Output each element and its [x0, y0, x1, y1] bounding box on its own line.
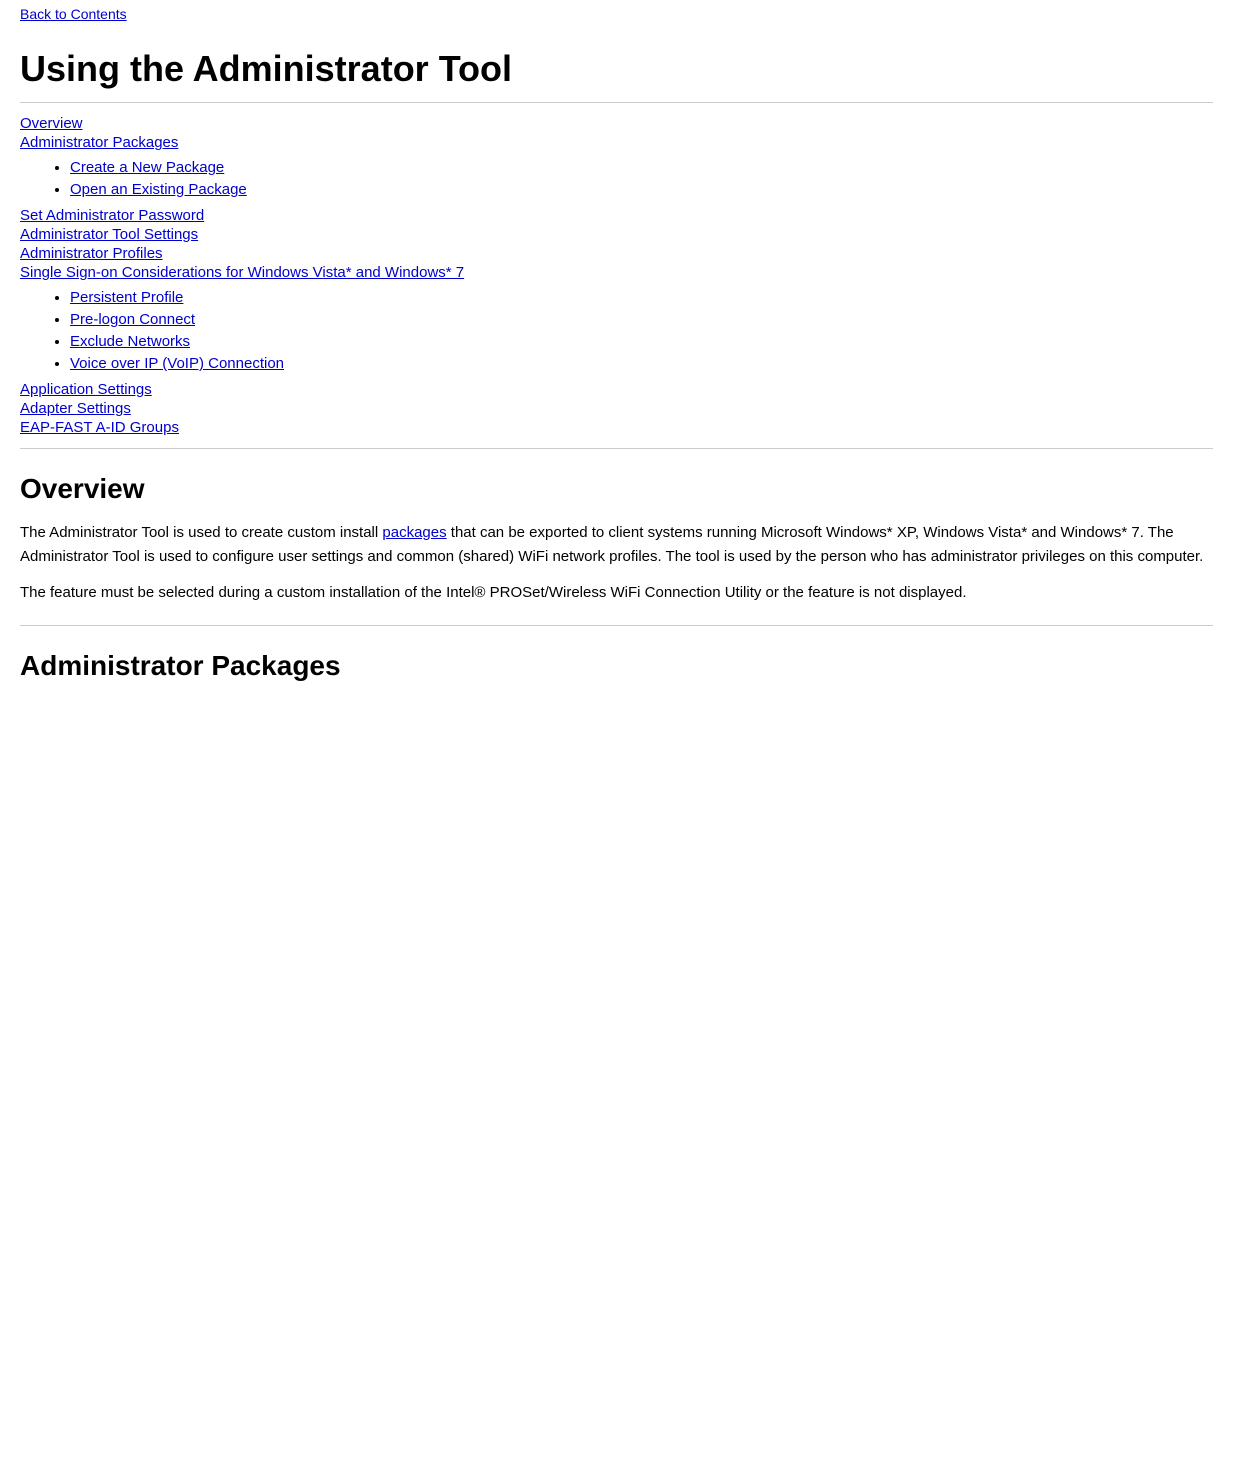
toc-section: Overview Administrator Packages Create a…: [20, 115, 1213, 436]
toc-admin-profiles-link[interactable]: Administrator Profiles: [20, 245, 1213, 262]
toc-app-settings-link[interactable]: Application Settings: [20, 381, 1213, 398]
overview-paragraph2: The feature must be selected during a cu…: [20, 581, 1213, 605]
toc-eap-fast-link[interactable]: EAP-FAST A-ID Groups: [20, 419, 1213, 436]
list-item: Voice over IP (VoIP) Connection: [70, 355, 1213, 373]
overview-section: Overview The Administrator Tool is used …: [20, 473, 1213, 605]
back-to-contents-link[interactable]: Back to Contents: [20, 0, 1213, 28]
list-item: Persistent Profile: [70, 289, 1213, 307]
toc-overview-link[interactable]: Overview: [20, 115, 1213, 132]
list-item: Open an Existing Package: [70, 181, 1213, 199]
toc-sso-link[interactable]: Single Sign-on Considerations for Window…: [20, 264, 1213, 281]
toc-set-admin-password-link[interactable]: Set Administrator Password: [20, 207, 1213, 224]
divider-middle: [20, 448, 1213, 449]
toc-create-package-link[interactable]: Create a New Package: [70, 159, 224, 176]
page-title: Using the Administrator Tool: [20, 48, 1213, 90]
toc-admin-tool-settings-link[interactable]: Administrator Tool Settings: [20, 226, 1213, 243]
toc-open-package-link[interactable]: Open an Existing Package: [70, 181, 247, 198]
divider-bottom: [20, 625, 1213, 626]
list-item: Create a New Package: [70, 159, 1213, 177]
overview-paragraph1: The Administrator Tool is used to create…: [20, 521, 1213, 569]
overview-text-before-link: The Administrator Tool is used to create…: [20, 524, 382, 541]
list-item: Exclude Networks: [70, 333, 1213, 351]
toc-packages-list: Create a New Package Open an Existing Pa…: [20, 159, 1213, 199]
overview-title: Overview: [20, 473, 1213, 505]
toc-pre-logon-connect-link[interactable]: Pre-logon Connect: [70, 311, 195, 328]
list-item: Pre-logon Connect: [70, 311, 1213, 329]
admin-packages-section: Administrator Packages: [20, 650, 1213, 682]
toc-sso-list: Persistent Profile Pre-logon Connect Exc…: [20, 289, 1213, 373]
overview-packages-link[interactable]: packages: [382, 524, 446, 541]
divider-top: [20, 102, 1213, 103]
toc-adapter-settings-link[interactable]: Adapter Settings: [20, 400, 1213, 417]
admin-packages-title: Administrator Packages: [20, 650, 1213, 682]
toc-persistent-profile-link[interactable]: Persistent Profile: [70, 289, 183, 306]
toc-exclude-networks-link[interactable]: Exclude Networks: [70, 333, 190, 350]
toc-voip-link[interactable]: Voice over IP (VoIP) Connection: [70, 355, 284, 372]
toc-admin-packages-link[interactable]: Administrator Packages: [20, 134, 1213, 151]
